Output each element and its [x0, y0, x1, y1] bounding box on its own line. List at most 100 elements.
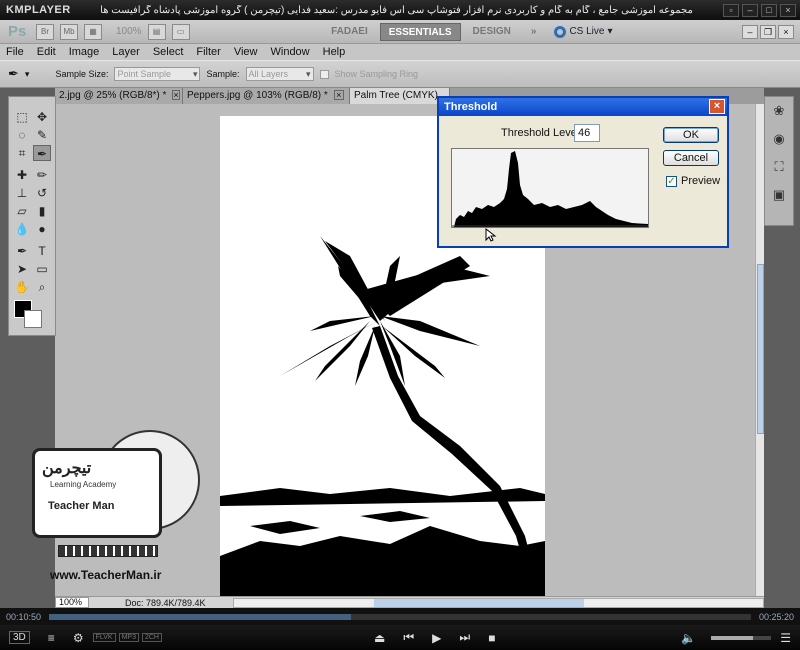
lasso-tool-icon[interactable]: ◌ [13, 127, 31, 143]
threshold-level-input[interactable]: 46 [574, 124, 600, 142]
minimize-icon[interactable]: – [742, 24, 758, 39]
menu-icon[interactable]: ☰ [780, 631, 791, 645]
tool-preset-chevron-icon[interactable]: ▾ [25, 69, 30, 80]
ps-logo: Ps [8, 22, 27, 40]
menu-select[interactable]: Select [153, 46, 184, 58]
background-color-swatch[interactable] [24, 310, 42, 328]
minibridge-icon[interactable]: Mb [60, 23, 78, 40]
eyedropper-tool-icon[interactable]: ✒ [33, 145, 51, 161]
healing-brush-tool-icon[interactable]: ✚ [13, 167, 31, 183]
crop-tool-icon[interactable]: ⌗ [13, 145, 31, 161]
video-caption: مجموعه آموزشی جامع ، گام به گام و کاربرد… [100, 4, 693, 16]
dialog-title-bar[interactable]: Threshold × [439, 98, 727, 116]
menu-file[interactable]: File [6, 46, 24, 58]
close-icon[interactable]: × [709, 99, 725, 114]
workspace-essentials[interactable]: ESSENTIALS [379, 22, 461, 41]
menu-filter[interactable]: Filter [196, 46, 220, 58]
close-tab-icon[interactable]: × [172, 90, 180, 100]
more-workspaces-button[interactable]: » [523, 23, 545, 41]
previous-icon[interactable]: ⏮ [403, 630, 414, 645]
menu-edit[interactable]: Edit [37, 46, 56, 58]
doc-tab-active[interactable]: Palm Tree (CMYK). [350, 88, 450, 104]
histogram [451, 148, 649, 228]
sample-label: Sample: [206, 69, 240, 79]
move-tool-icon[interactable]: ✥ [33, 109, 51, 125]
sample-size-select[interactable]: Point Sample [114, 67, 201, 81]
zoom-tool-icon[interactable]: ⌕ [33, 279, 51, 295]
gradient-tool-icon[interactable]: ▮ [33, 203, 51, 219]
blur-tool-icon[interactable]: 💧 [13, 221, 31, 237]
eyedropper-icon[interactable]: ✒ [8, 66, 19, 82]
settings-icon[interactable]: ⚙ [73, 631, 84, 645]
vertical-scroll-thumb[interactable] [757, 264, 764, 434]
type-tool-icon[interactable]: T [33, 243, 51, 259]
status-zoom-field[interactable]: 100% [55, 597, 89, 608]
arrange-documents-icon[interactable]: ▤ [147, 23, 166, 40]
adjustments-panel-icon[interactable]: ◉ [768, 131, 790, 151]
format-badge: FLVK [92, 633, 116, 642]
vertical-scrollbar[interactable] [755, 104, 764, 596]
pin-icon[interactable]: ▫ [723, 3, 739, 17]
cs-live-button[interactable]: CS Live ▾ [554, 25, 613, 38]
cs-live-icon [554, 25, 567, 38]
doc-tab[interactable]: Peppers.jpg @ 103% (RGB/8) * × [183, 88, 350, 104]
ok-button[interactable]: OK [663, 127, 719, 143]
workspace-fadaei[interactable]: FADAEI [323, 23, 376, 41]
format-badge: MP3 [118, 633, 139, 642]
doc-size-info[interactable]: Doc: 789.4K/789.4K [125, 598, 225, 608]
quick-selection-tool-icon[interactable]: ✎ [33, 127, 51, 143]
menu-layer[interactable]: Layer [112, 46, 140, 58]
preview-checkbox[interactable]: ✓ [666, 175, 677, 187]
mini-bridge-panel-icon[interactable]: ▣ [768, 187, 790, 207]
extras-icon[interactable]: ▦ [84, 23, 102, 40]
menu-view[interactable]: View [234, 46, 258, 58]
pen-tool-icon[interactable]: ✒ [13, 243, 31, 259]
doc-tab[interactable]: 2.jpg @ 25% (RGB/8*) * × [55, 88, 183, 104]
screen-mode-icon[interactable]: ▭ [171, 23, 190, 40]
3d-button[interactable]: 3D [9, 631, 30, 644]
watermark-name: Teacher Man [48, 500, 115, 512]
path-selection-tool-icon[interactable]: ➤ [13, 261, 31, 277]
close-icon[interactable]: × [780, 3, 796, 17]
eject-icon[interactable]: ⏏ [374, 631, 385, 645]
watermark-logo-text: تیچرمن [42, 460, 92, 477]
volume-slider[interactable] [711, 635, 772, 640]
sample-size-label: Sample Size: [55, 69, 109, 79]
speaker-icon[interactable]: 🔈 [681, 631, 696, 645]
history-brush-tool-icon[interactable]: ↺ [33, 185, 51, 201]
eraser-tool-icon[interactable]: ▱ [13, 203, 31, 219]
preview-option[interactable]: ✓ Preview [666, 175, 720, 187]
zoom-level[interactable]: 100% [116, 26, 142, 37]
stop-icon[interactable]: ■ [488, 631, 495, 645]
minimize-icon[interactable]: – [742, 3, 758, 17]
close-tab-icon[interactable]: × [333, 90, 344, 100]
shape-tool-icon[interactable]: ▭ [33, 261, 51, 277]
hand-tool-icon[interactable]: ✋ [13, 279, 31, 295]
masks-panel-icon[interactable]: ⛶ [768, 159, 790, 179]
horizontal-scroll-thumb[interactable] [374, 598, 584, 607]
sample-select[interactable]: All Layers [245, 67, 314, 81]
watermark-keyboard [58, 545, 158, 557]
workspace-design[interactable]: DESIGN [465, 23, 519, 41]
bridge-icon[interactable]: Br [36, 23, 54, 40]
restore-icon[interactable]: ❐ [760, 24, 776, 39]
brush-tool-icon[interactable]: ✏ [33, 167, 51, 183]
marquee-tool-icon[interactable]: ⬚ [13, 109, 31, 125]
menu-window[interactable]: Window [271, 46, 310, 58]
dodge-tool-icon[interactable]: ● [33, 221, 51, 237]
maximize-icon[interactable]: □ [761, 3, 777, 17]
next-icon[interactable]: ⏭ [459, 630, 470, 645]
play-icon[interactable]: ▶ [432, 631, 441, 645]
watermark-url: www.TeacherMan.ir [50, 568, 162, 582]
color-panel-icon[interactable]: ❀ [768, 103, 790, 123]
clone-stamp-tool-icon[interactable]: ⊥ [13, 185, 31, 201]
menu-help[interactable]: Help [323, 46, 346, 58]
playlist-icon[interactable]: ≡ [48, 631, 55, 645]
close-icon[interactable]: × [778, 24, 794, 39]
show-sampling-ring-checkbox[interactable] [319, 69, 329, 79]
cancel-button[interactable]: Cancel [663, 150, 719, 166]
horizontal-scrollbar[interactable] [233, 597, 764, 608]
seek-track[interactable] [49, 613, 751, 620]
threshold-slider-handle[interactable] [485, 227, 497, 242]
menu-image[interactable]: Image [69, 46, 100, 58]
